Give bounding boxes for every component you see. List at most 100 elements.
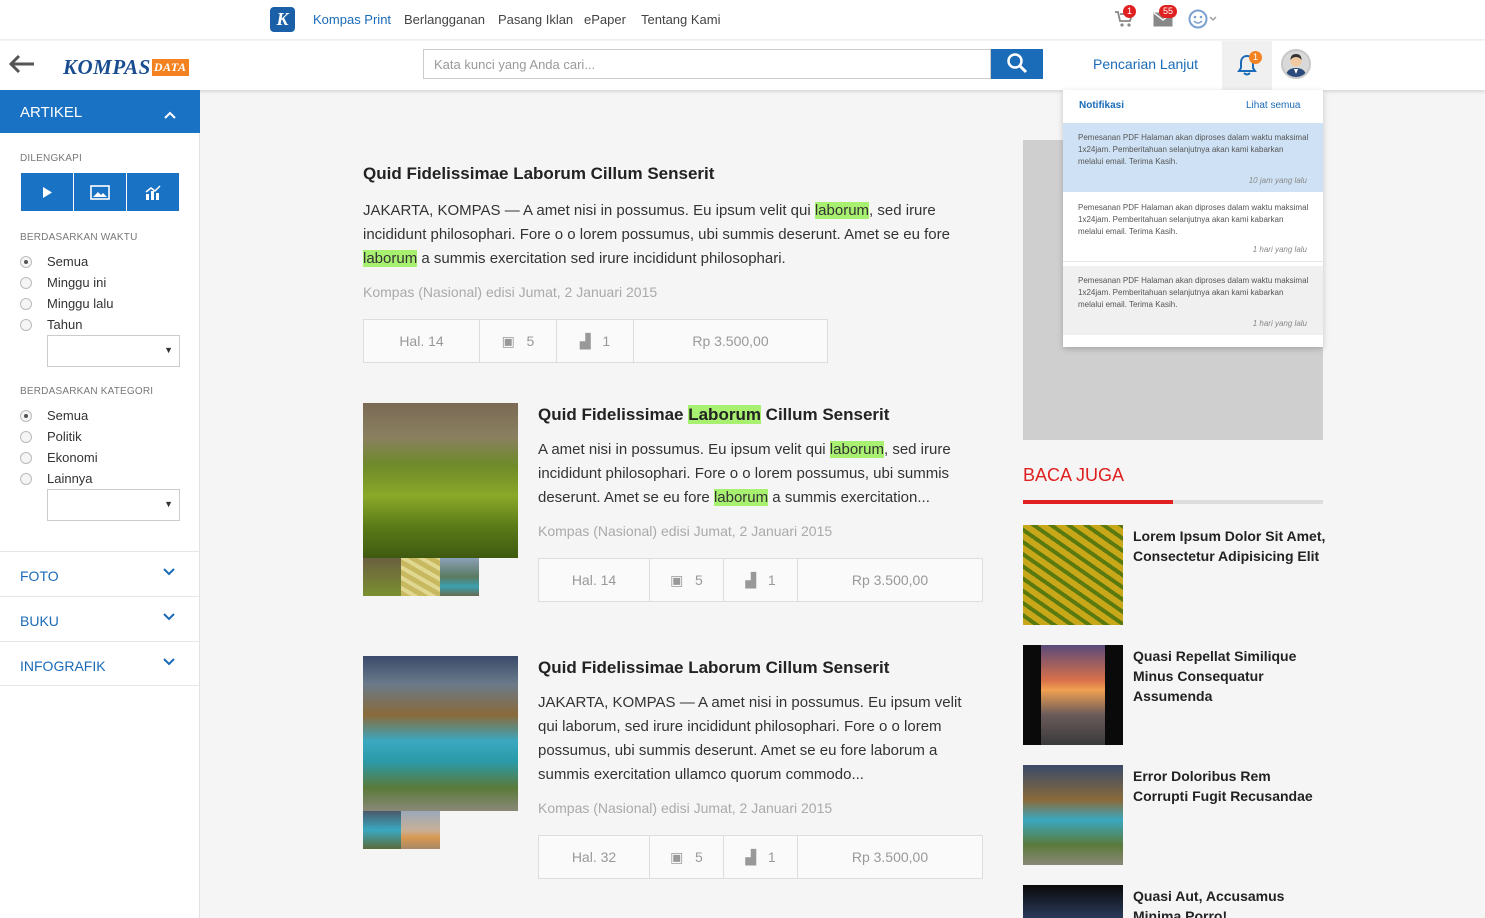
radio-label: Lainnya bbox=[47, 471, 93, 486]
related-title[interactable]: Quasi Repellat Similique Minus Consequat… bbox=[1133, 646, 1328, 706]
chart-count[interactable]: ▟ 1 bbox=[557, 320, 634, 362]
chart-icon: ▟ bbox=[579, 333, 591, 349]
article-meta-bar: Hal. 14 ▣ 5 ▟ 1 Rp 3.500,00 bbox=[363, 319, 828, 363]
accordion-label: BUKU bbox=[20, 613, 59, 629]
radio-waktu-tahun[interactable] bbox=[20, 319, 32, 331]
nav-epaper[interactable]: ePaper bbox=[584, 12, 626, 27]
chevron-down-icon bbox=[163, 610, 175, 624]
image-icon: ▣ bbox=[670, 849, 684, 865]
kategori-label: BERDASARKAN KATEGORI bbox=[20, 386, 154, 397]
radio-label: Minggu lalu bbox=[47, 296, 114, 311]
related-thumbnail[interactable] bbox=[1023, 765, 1123, 865]
search-button[interactable] bbox=[991, 49, 1043, 79]
radio-label: Tahun bbox=[47, 317, 83, 332]
page-number: Hal. 14 bbox=[364, 320, 480, 362]
nav-berlangganan[interactable]: Berlangganan bbox=[404, 12, 485, 27]
notification-dropdown: Notifikasi Lihat semua Pemesanan PDF Hal… bbox=[1063, 90, 1323, 347]
notification-badge: 1 bbox=[1249, 51, 1263, 64]
notification-text: Pemesanan PDF Halaman akan diproses dala… bbox=[1078, 276, 1309, 309]
back-arrow-icon[interactable] bbox=[8, 51, 36, 79]
notification-item[interactable]: Pemesanan PDF Halaman akan diproses dala… bbox=[1063, 193, 1323, 262]
chart-icon bbox=[145, 185, 161, 200]
article-thumbnail[interactable] bbox=[363, 656, 518, 811]
radio-kategori-politik[interactable] bbox=[20, 431, 32, 443]
article-meta-bar: Hal. 32 ▣ 5 ▟ 1 Rp 3.500,00 bbox=[538, 835, 983, 879]
price-button[interactable]: Rp 3.500,00 bbox=[634, 320, 827, 362]
notification-button[interactable]: 1 bbox=[1222, 41, 1272, 90]
chart-count[interactable]: ▟ 1 bbox=[724, 836, 798, 878]
category-select[interactable]: ▼ bbox=[47, 489, 180, 521]
filter-video-button[interactable] bbox=[21, 173, 73, 211]
radio-kategori-semua[interactable] bbox=[20, 410, 32, 422]
related-thumbnail[interactable] bbox=[1023, 525, 1123, 625]
related-thumbnail[interactable] bbox=[1023, 645, 1123, 745]
radio-label: Politik bbox=[47, 429, 82, 444]
radio-waktu-minggu-ini[interactable] bbox=[20, 277, 32, 289]
radio-waktu-semua[interactable] bbox=[20, 256, 32, 268]
filter-image-button[interactable] bbox=[74, 173, 126, 211]
nav-tentang-kami[interactable]: Tentang Kami bbox=[641, 12, 721, 27]
mail-badge: 55 bbox=[1159, 5, 1178, 18]
image-count[interactable]: ▣ 5 bbox=[650, 836, 724, 878]
radio-kategori-lainnya[interactable] bbox=[20, 473, 32, 485]
kompas-data-logo[interactable]: KOMPAS DATA bbox=[63, 55, 189, 80]
accordion-label: FOTO bbox=[20, 568, 59, 584]
radio-waktu-minggu-lalu[interactable] bbox=[20, 298, 32, 310]
accordion-buku[interactable]: BUKU bbox=[0, 596, 200, 641]
divider-accent bbox=[1023, 500, 1173, 504]
article-snippet: JAKARTA, KOMPAS — A amet nisi in possumu… bbox=[538, 694, 962, 783]
article-title[interactable]: Quid Fidelissimae Laborum Cillum Senseri… bbox=[538, 405, 889, 425]
chart-count[interactable]: ▟ 1 bbox=[724, 559, 798, 601]
search-input[interactable] bbox=[423, 49, 991, 79]
notification-text: Pemesanan PDF Halaman akan diproses dala… bbox=[1078, 203, 1309, 236]
related-thumbnail[interactable] bbox=[1023, 885, 1123, 918]
filter-sidebar: ARTIKEL DILENGKAPI BERDASARKAN WAKTU Sem… bbox=[0, 90, 200, 918]
dropdown-caret-icon: ▼ bbox=[164, 345, 173, 355]
chart-icon: ▟ bbox=[745, 849, 757, 865]
price-button[interactable]: Rp 3.500,00 bbox=[798, 836, 982, 878]
nav-pasang-iklan[interactable]: Pasang Iklan bbox=[498, 12, 573, 27]
radio-label: Semua bbox=[47, 254, 89, 269]
related-title[interactable]: Lorem Ipsum Dolor Sit Amet, Consectetur … bbox=[1133, 526, 1328, 566]
kompas-logo[interactable]: K bbox=[270, 7, 295, 32]
dilengkapi-label: DILENGKAPI bbox=[20, 153, 83, 164]
chart-icon: ▟ bbox=[745, 572, 757, 588]
price-button[interactable]: Rp 3.500,00 bbox=[798, 559, 982, 601]
related-title[interactable]: Quasi Aut, Accusamus Minima Porro! bbox=[1133, 886, 1328, 918]
play-icon bbox=[43, 187, 52, 198]
smiley-icon[interactable] bbox=[1188, 9, 1218, 34]
radio-kategori-ekonomi[interactable] bbox=[20, 452, 32, 464]
radio-label: Ekonomi bbox=[47, 450, 98, 465]
related-title[interactable]: Error Doloribus Rem Corrupti Fugit Recus… bbox=[1133, 766, 1328, 806]
baca-juga-heading: BACA JUGA bbox=[1023, 465, 1125, 485]
image-count[interactable]: ▣ 5 bbox=[650, 559, 724, 601]
accordion-infografik[interactable]: INFOGRAFIK bbox=[0, 641, 200, 686]
year-select[interactable]: ▼ bbox=[47, 335, 180, 367]
section-artikel[interactable]: ARTIKEL bbox=[0, 90, 200, 133]
search-icon bbox=[1007, 52, 1028, 73]
notification-item[interactable]: Pemesanan PDF Halaman akan diproses dala… bbox=[1063, 266, 1323, 335]
article-thumbnail-small[interactable] bbox=[440, 558, 479, 596]
article-thumbnail-small[interactable] bbox=[401, 558, 440, 596]
article-thumbnail-small[interactable] bbox=[363, 811, 401, 849]
nav-kompas-print[interactable]: Kompas Print bbox=[313, 12, 391, 27]
page-number: Hal. 32 bbox=[539, 836, 650, 878]
see-all-link[interactable]: Lihat semua bbox=[1246, 100, 1300, 111]
filter-chart-button[interactable] bbox=[127, 173, 179, 211]
image-count[interactable]: ▣ 5 bbox=[480, 320, 557, 362]
article-title[interactable]: Quid Fidelissimae Laborum Cillum Senseri… bbox=[363, 164, 714, 184]
article-snippet: JAKARTA, KOMPAS — A amet nisi in possumu… bbox=[363, 202, 950, 267]
chevron-down-icon bbox=[163, 565, 175, 579]
chevron-up-icon bbox=[164, 106, 176, 123]
article-title[interactable]: Quid Fidelissimae Laborum Cillum Senseri… bbox=[538, 658, 889, 678]
user-avatar[interactable] bbox=[1281, 49, 1311, 79]
article-thumbnail[interactable] bbox=[363, 403, 518, 558]
accordion-label: INFOGRAFIK bbox=[20, 658, 106, 674]
accordion-foto[interactable]: FOTO bbox=[0, 551, 200, 596]
cart-badge: 1 bbox=[1123, 5, 1137, 18]
article-thumbnail-small[interactable] bbox=[401, 811, 440, 849]
article-snippet: A amet nisi in possumus. Eu ipsum velit … bbox=[538, 441, 951, 506]
article-thumbnail-small[interactable] bbox=[363, 558, 401, 596]
advanced-search-link[interactable]: Pencarian Lanjut bbox=[1093, 56, 1198, 72]
notification-item[interactable]: Pemesanan PDF Halaman akan diproses dala… bbox=[1063, 123, 1323, 192]
